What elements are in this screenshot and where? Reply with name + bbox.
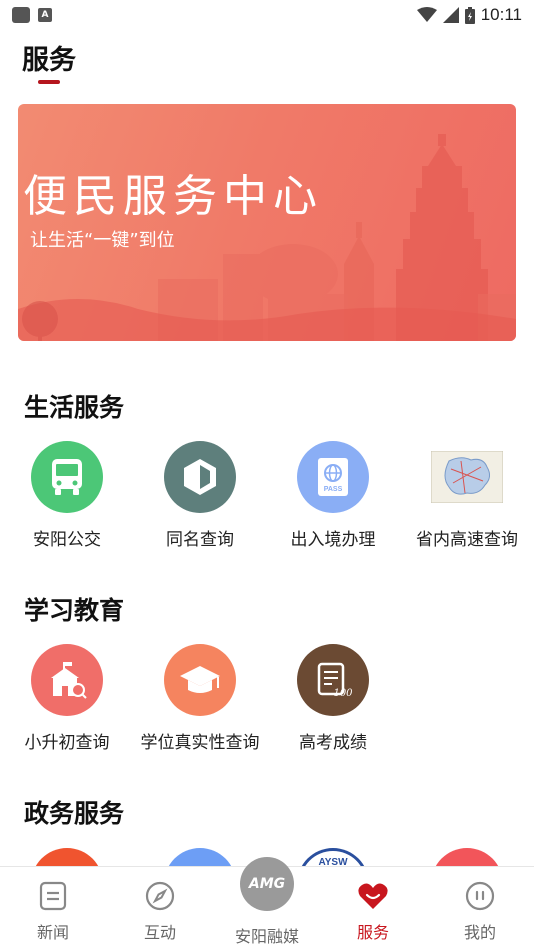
tile-anyang-bus[interactable]: 安阳公交 xyxy=(0,441,134,550)
passport-icon: PASS xyxy=(297,441,369,513)
nav-profile[interactable]: 我的 xyxy=(435,881,525,943)
score-sheet-icon: 100 xyxy=(297,644,369,716)
tile-label: 省内高速查询 xyxy=(416,530,518,550)
tile-exit-entry[interactable]: PASS 出入境办理 xyxy=(266,441,400,550)
battery-icon xyxy=(464,6,475,24)
tile-label: 出入境办理 xyxy=(290,530,376,550)
tile-label: 同名查询 xyxy=(166,530,234,550)
nav-anyang-media[interactable]: 安阳融媒 xyxy=(222,923,312,947)
section-title-government: 政务服务 xyxy=(24,799,125,828)
nav-label: 互动 xyxy=(143,923,176,942)
graduation-cap-icon xyxy=(164,644,236,716)
status-bar: A 10:11 xyxy=(0,0,534,30)
nav-interact[interactable]: 互动 xyxy=(115,881,205,943)
page-title: 服务 xyxy=(22,45,76,76)
heart-icon xyxy=(358,883,388,909)
svg-text:100: 100 xyxy=(333,688,353,699)
shield-icon xyxy=(164,441,236,513)
news-icon xyxy=(39,881,67,911)
nav-news[interactable]: 新闻 xyxy=(8,881,98,943)
a-notification-icon: A xyxy=(38,8,52,22)
svg-text:PASS: PASS xyxy=(324,486,343,493)
amg-logo[interactable]: AMG xyxy=(240,857,294,911)
banner-title: 便民服务中心 xyxy=(23,171,323,222)
tile-degree-verify[interactable]: 学位真实性查询 xyxy=(133,644,267,753)
tile-label: 高考成绩 xyxy=(299,733,367,753)
tile-highway-query[interactable]: 省内高速查询 xyxy=(400,441,534,550)
notification-app-icon xyxy=(12,7,30,23)
school-icon xyxy=(31,644,103,716)
compass-icon xyxy=(145,881,175,911)
clock: 10:11 xyxy=(480,5,522,24)
tile-same-name-query[interactable]: 同名查询 xyxy=(133,441,267,550)
profile-icon xyxy=(465,881,495,911)
education-row: 小升初查询 学位真实性查询 100 高考成绩 xyxy=(0,644,534,764)
banner-subtitle: 让生活“一键”到位 xyxy=(30,230,175,251)
tile-label: 小升初查询 xyxy=(24,733,110,753)
nav-services[interactable]: 服务 xyxy=(328,881,418,943)
signal-icon xyxy=(442,7,459,23)
bottom-nav: 新闻 互动 AMG 安阳融媒 服务 我的 xyxy=(0,857,534,950)
tile-label: 学位真实性查询 xyxy=(140,733,260,753)
life-services-row: 安阳公交 同名查询 PASS 出入境办理 省内高速查询 xyxy=(0,441,534,561)
map-icon xyxy=(431,441,503,513)
tile-junior-high-query[interactable]: 小升初查询 xyxy=(0,644,134,753)
service-center-banner[interactable]: 便民服务中心 让生活“一键”到位 xyxy=(18,104,516,341)
bus-icon xyxy=(31,441,103,513)
nav-label: 服务 xyxy=(356,923,389,942)
section-title-education: 学习教育 xyxy=(24,596,125,625)
nav-label: 新闻 xyxy=(36,923,69,942)
section-title-life: 生活服务 xyxy=(24,393,125,422)
tile-label: 安阳公交 xyxy=(33,530,101,550)
wifi-icon xyxy=(416,7,437,22)
title-underline xyxy=(38,80,60,84)
nav-label: 我的 xyxy=(463,923,496,942)
tile-gaokao-score[interactable]: 100 高考成绩 xyxy=(266,644,400,753)
